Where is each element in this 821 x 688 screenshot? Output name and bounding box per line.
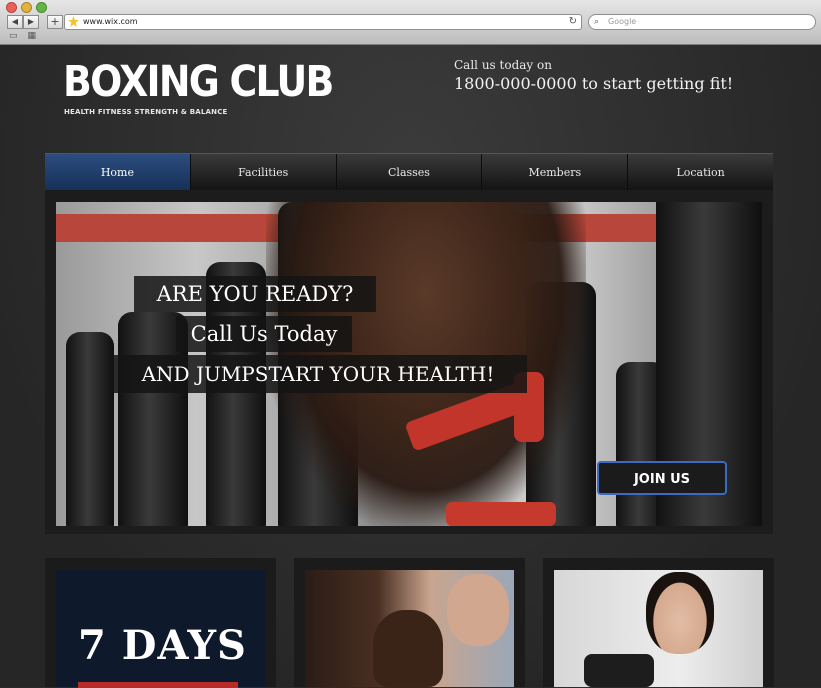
hero-section: ARE YOU READY? Call Us Today AND JUMPSTA… [45, 190, 773, 534]
main-navigation: Home Facilities Classes Members Location [45, 153, 773, 191]
hero-image: ARE YOU READY? Call Us Today AND JUMPSTA… [56, 202, 762, 526]
join-us-button[interactable]: JOIN US [597, 461, 727, 495]
reading-list-icon[interactable]: ▭ [9, 32, 18, 41]
back-button[interactable]: ◀ [7, 15, 23, 29]
search-icon: ⌕ [594, 17, 600, 27]
hero-tagline: AND JUMPSTART YOUR HEALTH! [109, 355, 527, 393]
forward-button[interactable]: ▶ [23, 15, 39, 29]
website-page: BOXING CLUB HEALTH FITNESS STRENGTH & BA… [0, 45, 821, 688]
minimize-window-button[interactable] [21, 2, 32, 13]
nav-item-home[interactable]: Home [45, 154, 191, 191]
promo-accent-bar [78, 682, 238, 688]
search-placeholder: Google [608, 17, 637, 26]
url-text: www.wix.com [83, 17, 138, 26]
nav-item-classes[interactable]: Classes [337, 154, 483, 191]
reload-icon[interactable]: ↻ [569, 15, 577, 29]
call-us-label: Call us today on [454, 58, 552, 72]
promo-banner: 7 DAYS [56, 570, 265, 688]
trainer-card[interactable] [294, 558, 525, 687]
hero-heading: ARE YOU READY? [134, 276, 376, 312]
hand-wrap [446, 502, 556, 526]
nav-item-location[interactable]: Location [628, 154, 773, 191]
window-controls [6, 2, 47, 13]
phone-number-text: 1800-000-0000 to start getting fit! [454, 74, 734, 93]
fitness-photo [554, 570, 763, 687]
trainer-photo [305, 570, 514, 687]
bookmarks-bar: ▭ ▦ [9, 32, 36, 41]
nav-item-members[interactable]: Members [482, 154, 629, 191]
coach-portrait [447, 574, 509, 646]
site-tagline: HEALTH FITNESS STRENGTH & BALANCE [64, 108, 228, 116]
boxing-glove [584, 654, 654, 687]
zoom-window-button[interactable] [36, 2, 47, 13]
promo-card[interactable]: 7 DAYS [45, 558, 276, 688]
site-logo[interactable]: BOXING CLUB [63, 59, 334, 105]
top-sites-grid-icon[interactable]: ▦ [28, 32, 37, 41]
browser-chrome: ◀ ▶ + www.wix.com ↻ ⌕ Google ▭ ▦ [0, 0, 821, 45]
nav-item-facilities[interactable]: Facilities [191, 154, 337, 191]
site-favicon-icon [68, 16, 79, 27]
fitness-card[interactable] [543, 558, 774, 687]
address-bar[interactable]: www.wix.com ↻ [64, 14, 582, 30]
boxer-portrait [373, 610, 443, 687]
woman-boxer-portrait [646, 572, 714, 654]
close-window-button[interactable] [6, 2, 17, 13]
promo-headline: 7 DAYS [78, 622, 247, 669]
search-field[interactable]: ⌕ Google [588, 14, 816, 30]
hero-subheading: Call Us Today [176, 316, 352, 352]
history-buttons: ◀ ▶ [7, 15, 39, 29]
punching-bag [66, 332, 114, 526]
add-bookmark-button[interactable]: + [47, 15, 63, 29]
